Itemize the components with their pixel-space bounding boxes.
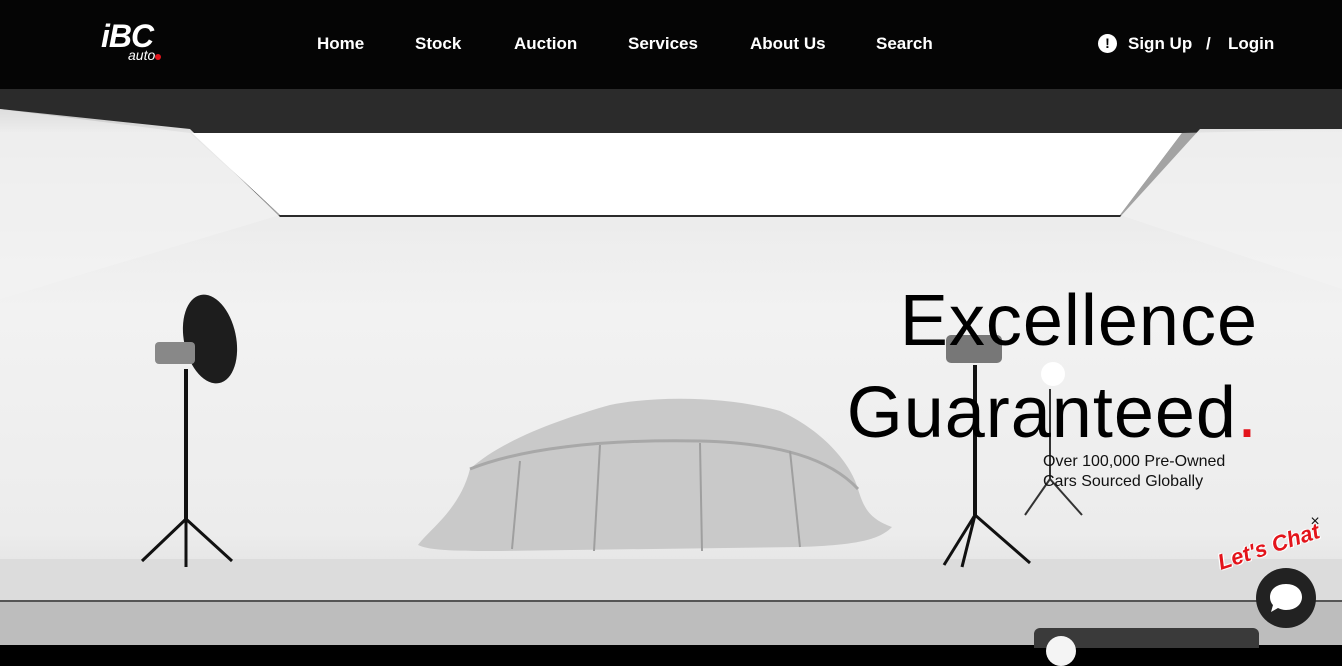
- auth-separator: /: [1206, 34, 1211, 53]
- covered-car: [418, 398, 892, 552]
- bottom-widget-tab[interactable]: [1034, 628, 1259, 666]
- nav-search[interactable]: Search: [876, 33, 933, 55]
- softbox-light: [192, 133, 1182, 215]
- headline-red-dot: .: [1236, 373, 1258, 453]
- chat-bubble-icon: [1270, 584, 1302, 612]
- headline-line-1: Excellence: [899, 281, 1258, 361]
- chat-launcher-button[interactable]: [1256, 568, 1316, 628]
- hero-sub-line-1: Over 100,000 Pre-Owned: [1043, 453, 1226, 470]
- left-studio-light: [140, 294, 238, 567]
- hero-sub-line-2: Cars Sourced Globally: [1043, 473, 1204, 490]
- nav-about-us[interactable]: About Us: [750, 33, 826, 55]
- login-link[interactable]: Login: [1228, 33, 1274, 55]
- logo-sub: auto: [128, 47, 156, 63]
- signup-link[interactable]: Sign Up: [1128, 33, 1192, 55]
- alert-icon: !: [1098, 34, 1117, 53]
- top-navbar: iBC auto Home Stock Auction Services Abo…: [0, 0, 1342, 89]
- widget-circle-icon: [1046, 636, 1076, 666]
- nav-stock[interactable]: Stock: [415, 33, 461, 55]
- nav-services[interactable]: Services: [628, 33, 698, 55]
- ibc-auto-logo[interactable]: iBC auto: [101, 18, 171, 66]
- nav-auction[interactable]: Auction: [514, 33, 577, 55]
- logo-red-dot: [155, 54, 161, 60]
- hero-subtext: Over 100,000 Pre-Owned Cars Sourced Glob…: [1043, 452, 1283, 492]
- hero-banner: Excellence Guaranteed. Over 100,000 Pre-…: [0, 89, 1342, 645]
- hero-headline: Excellence Guaranteed.: [847, 275, 1258, 459]
- headline-line-2: Guaranteed: [846, 373, 1237, 453]
- nav-home[interactable]: Home: [317, 33, 364, 55]
